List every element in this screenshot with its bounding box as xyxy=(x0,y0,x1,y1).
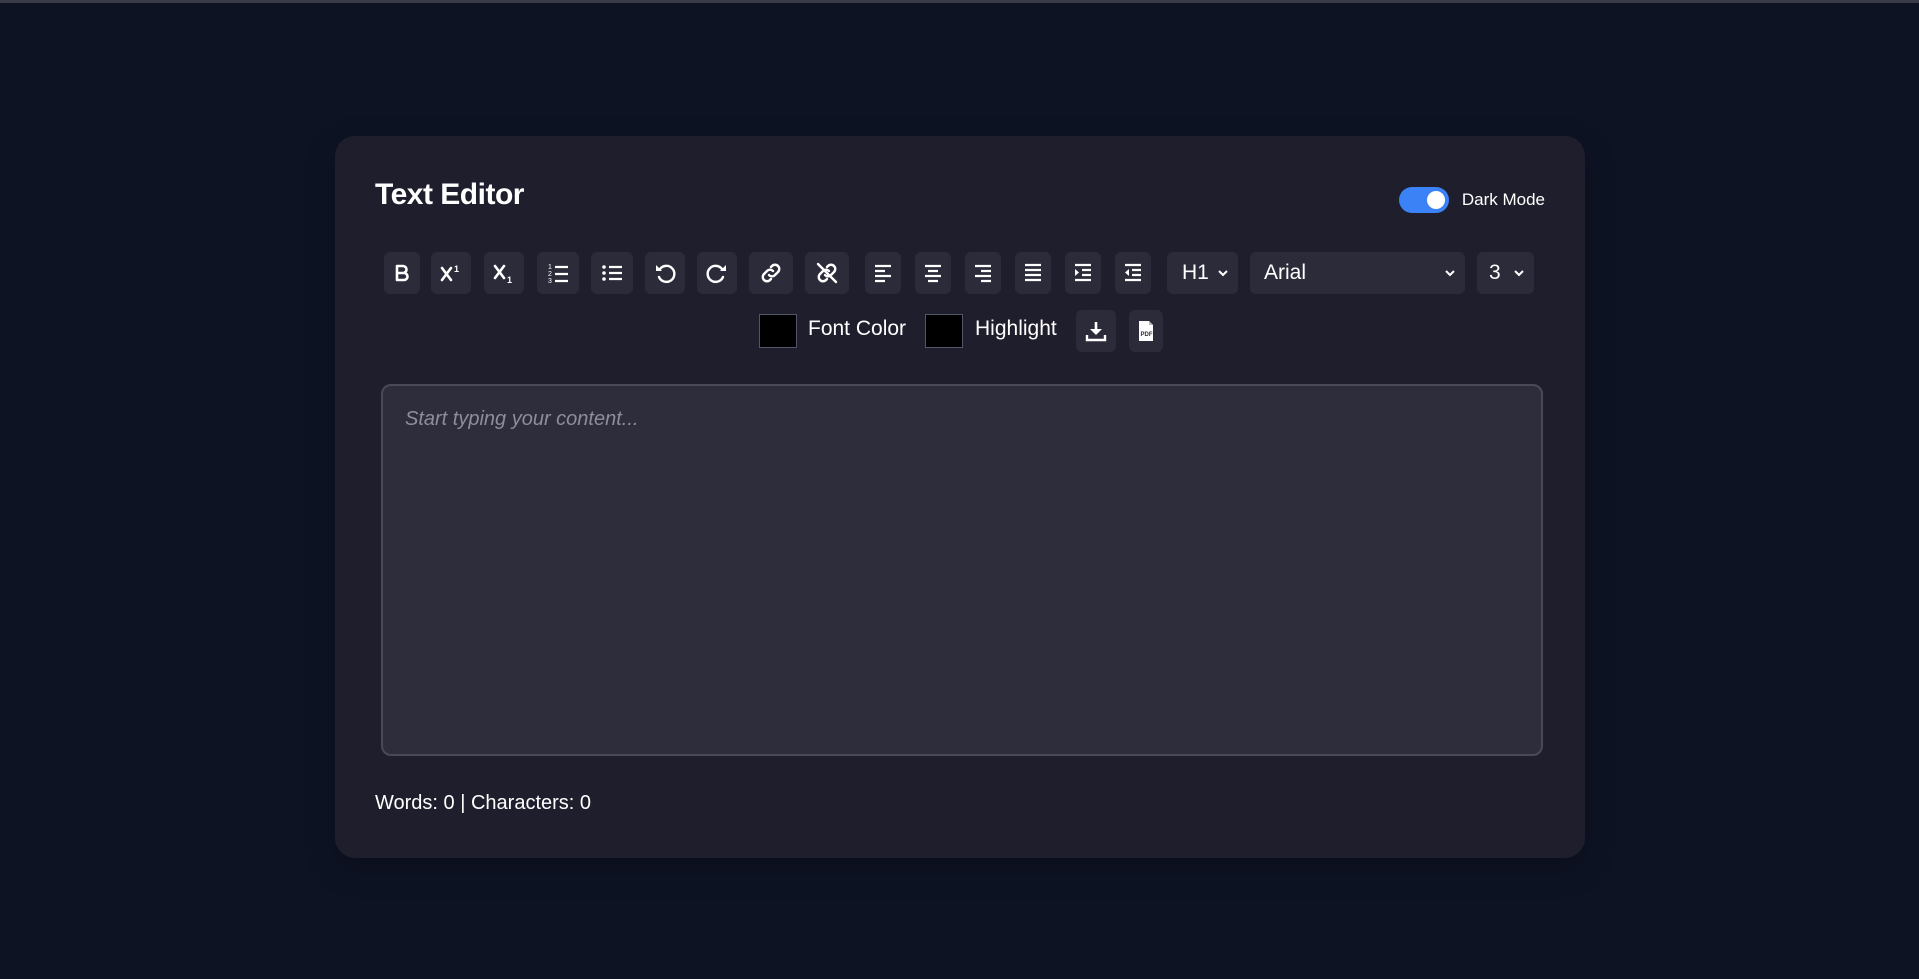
toggle-knob xyxy=(1426,191,1445,209)
font-color-picker[interactable] xyxy=(759,314,797,348)
ordered-list-icon: 123 xyxy=(548,264,568,285)
editor-placeholder: Start typing your content... xyxy=(405,408,639,430)
justify-button[interactable] xyxy=(1015,252,1051,294)
align-right-icon xyxy=(975,264,991,283)
unlink-button[interactable] xyxy=(805,252,849,294)
chevron-down-icon xyxy=(1514,270,1524,277)
ordered-list-button[interactable]: 123 xyxy=(537,252,579,294)
font-family-select[interactable]: Arial xyxy=(1250,252,1465,294)
svg-text:PDF: PDF xyxy=(1141,332,1153,338)
justify-icon xyxy=(1025,263,1041,282)
dark-mode-label: Dark Mode xyxy=(1461,190,1545,209)
font-size-select[interactable]: 3 xyxy=(1477,252,1534,294)
word-character-count: Words: 0 | Characters: 0 xyxy=(375,792,592,814)
font-size-select-value: 3 xyxy=(1489,261,1501,284)
outdent-icon xyxy=(1125,263,1141,282)
highlight-color-picker[interactable] xyxy=(925,314,963,348)
unordered-list-icon xyxy=(602,265,622,281)
superscript-button[interactable]: 1 xyxy=(431,252,471,294)
unlink-icon xyxy=(816,262,838,284)
align-center-icon xyxy=(925,264,941,283)
subscript-icon: 1 xyxy=(493,264,512,285)
svg-text:3: 3 xyxy=(548,278,552,285)
content-editor[interactable]: Start typing your content... xyxy=(381,384,1543,756)
link-button[interactable] xyxy=(749,252,793,294)
window-top-border xyxy=(0,0,1919,3)
font-family-select-value: Arial xyxy=(1264,261,1307,284)
page-title: Text Editor xyxy=(375,178,524,211)
chevron-down-icon xyxy=(1445,270,1455,277)
dark-mode-toggle[interactable] xyxy=(1398,187,1449,213)
redo-button[interactable] xyxy=(697,252,737,294)
export-pdf-button[interactable]: PDF xyxy=(1129,310,1163,352)
heading-select[interactable]: H1 xyxy=(1167,252,1238,294)
align-left-icon xyxy=(875,264,891,283)
bold-button[interactable] xyxy=(384,252,420,294)
unordered-list-button[interactable] xyxy=(591,252,633,294)
redo-icon xyxy=(706,264,726,284)
link-icon xyxy=(761,263,781,283)
download-icon xyxy=(1085,322,1107,342)
align-right-button[interactable] xyxy=(965,252,1001,294)
superscript-icon: 1 xyxy=(440,264,459,282)
font-color-label: Font Color xyxy=(808,317,907,340)
align-left-button[interactable] xyxy=(865,252,901,294)
bold-icon xyxy=(395,264,409,282)
dark-mode-control: Dark Mode xyxy=(1398,187,1545,213)
svg-text:1: 1 xyxy=(507,275,512,285)
editor-card: Text Editor Dark Mode 1 1 123 H1 Arial 3… xyxy=(335,136,1585,858)
svg-text:1: 1 xyxy=(548,264,552,271)
indent-button[interactable] xyxy=(1065,252,1101,294)
svg-text:1: 1 xyxy=(454,264,459,274)
download-button[interactable] xyxy=(1076,310,1116,352)
svg-text:2: 2 xyxy=(548,271,552,278)
chevron-down-icon xyxy=(1218,270,1228,277)
highlight-label: Highlight xyxy=(975,317,1057,340)
undo-button[interactable] xyxy=(645,252,685,294)
pdf-icon: PDF xyxy=(1139,321,1153,341)
outdent-button[interactable] xyxy=(1115,252,1151,294)
subscript-button[interactable]: 1 xyxy=(484,252,524,294)
heading-select-value: H1 xyxy=(1182,261,1209,284)
align-center-button[interactable] xyxy=(915,252,951,294)
undo-icon xyxy=(656,264,676,284)
indent-icon xyxy=(1075,263,1091,282)
